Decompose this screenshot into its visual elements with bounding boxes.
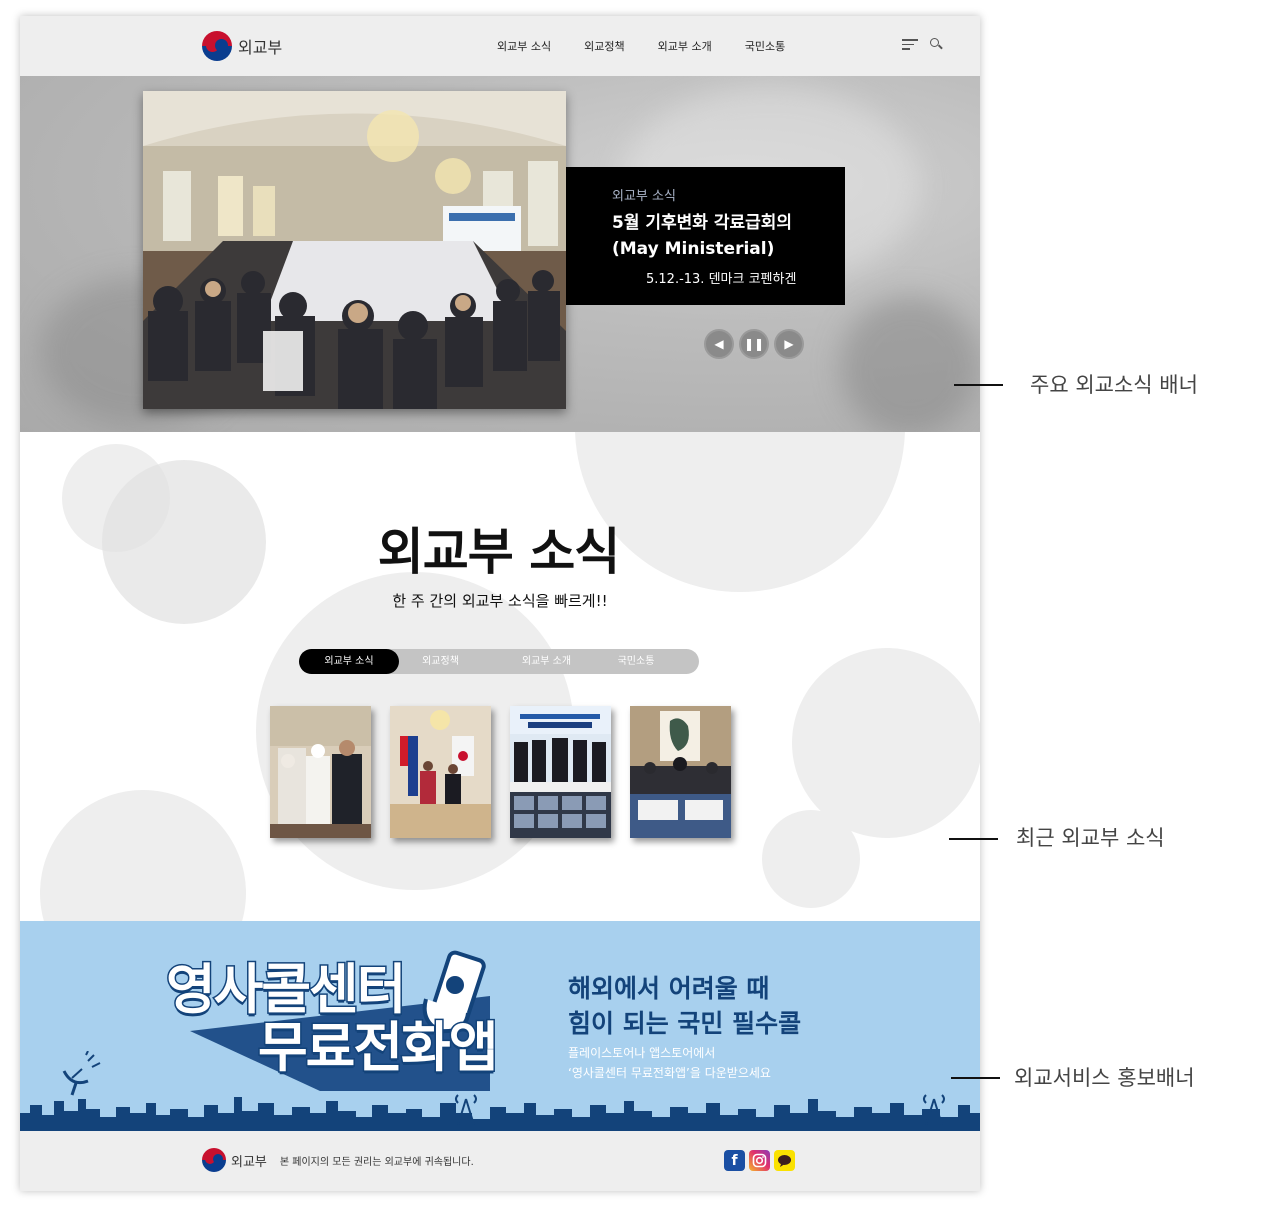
hero-date: 5.12.-13. 덴마크 코펜하겐 [646, 272, 797, 287]
news-thumbnail[interactable] [390, 706, 491, 838]
hero-category: 외교부 소식 [612, 189, 676, 204]
annotation-promo: 외교서비스 홍보배너 [1014, 1066, 1195, 1090]
social-links: f [724, 1150, 795, 1171]
logo-text: 외교부 [238, 38, 283, 57]
news-section: 외교부 소식 한 주 간의 외교부 소식을 빠르게!! 외교부 소식 외교정책 … [20, 432, 980, 921]
news-thumbnail[interactable] [630, 706, 731, 838]
background-blur [840, 296, 980, 432]
news-tabs: 외교부 소식 외교정책 외교부 소개 국민소통 [299, 649, 699, 674]
page-mockup: 외교부 외교부 소식 외교정책 외교부 소개 국민소통 외교부 소식 5월 기후… [20, 16, 980, 1191]
decor-circle [792, 648, 980, 838]
promo-headline: 영사콜센터 무료전화앱 [164, 958, 499, 1079]
search-icon[interactable] [930, 38, 942, 50]
annotation-line [954, 384, 1003, 386]
promo-heading-line2: 힘이 되는 국민 필수콜 [568, 1009, 802, 1038]
city-skyline-illustration [20, 1097, 980, 1131]
annotation-news: 최근 외교부 소식 [1016, 826, 1165, 850]
hero-banner: 외교부 소식 5월 기후변화 각료급회의 (May Ministerial) 5… [20, 76, 980, 432]
menu-icon[interactable] [902, 39, 918, 51]
footer-logo[interactable]: 외교부 본 페이지의 모든 권리는 외교부에 귀속됩니다. [202, 1148, 474, 1172]
hero-photo[interactable] [143, 91, 566, 409]
nav-item-communication[interactable]: 국민소통 [745, 38, 785, 54]
satellite-dish-icon [62, 1051, 101, 1096]
promo-headline-line1: 영사콜센터 [164, 958, 407, 1021]
news-thumbnail[interactable] [510, 706, 611, 838]
promo-banner[interactable]: 영사콜센터 무료전화앱 해외에서 어려울 때 힘이 되는 국민 필수콜 플레이스… [20, 921, 980, 1131]
tab-news[interactable]: 외교부 소식 [299, 649, 399, 674]
taegeuk-logo-icon [202, 31, 232, 61]
promo-description-line1: 플레이스토어나 앱스토어에서 [568, 1046, 716, 1060]
nav-item-about[interactable]: 외교부 소개 [658, 38, 712, 54]
taegeuk-logo-icon [202, 1148, 226, 1172]
next-icon[interactable]: ▶ [774, 329, 804, 359]
hero-title-line2: (May Ministerial) [612, 239, 775, 259]
promo-heading-line1: 해외에서 어려울 때 [568, 974, 770, 1003]
decor-circle [40, 790, 246, 921]
news-thumbnail[interactable] [270, 706, 371, 838]
tab-policy[interactable]: 외교정책 [399, 649, 482, 674]
nav-item-policy[interactable]: 외교정책 [584, 38, 624, 54]
tab-communication[interactable]: 국민소통 [596, 649, 676, 674]
radio-tower-icon [455, 1094, 477, 1125]
promo-description: 플레이스토어나 앱스토어에서 ‘영사콜센터 무료전화앱’을 다운받으세요 [568, 1043, 771, 1083]
slider-controls: ◀ ❚❚ ▶ [704, 329, 804, 359]
footer-logo-text: 외교부 [231, 1154, 267, 1170]
site-logo[interactable]: 외교부 [202, 31, 282, 61]
pause-icon[interactable]: ❚❚ [739, 329, 769, 359]
kakaotalk-icon[interactable] [774, 1150, 795, 1171]
news-subtitle: 한 주 간의 외교부 소식을 빠르게!! [392, 592, 608, 610]
annotation-banner: 주요 외교소식 배너 [1030, 373, 1198, 397]
decor-circle [762, 810, 860, 908]
hero-title-line1: 5월 기후변화 각료급회의 [612, 213, 793, 233]
facebook-icon[interactable]: f [724, 1150, 745, 1171]
site-footer: 외교부 본 페이지의 모든 권리는 외교부에 귀속됩니다. f [20, 1131, 980, 1191]
radio-tower-icon [923, 1094, 945, 1125]
instagram-icon[interactable] [749, 1150, 770, 1171]
promo-heading: 해외에서 어려울 때 힘이 되는 국민 필수콜 [568, 971, 801, 1041]
promo-description-line2: ‘영사콜센터 무료전화앱’을 다운받으세요 [568, 1066, 771, 1080]
site-header: 외교부 외교부 소식 외교정책 외교부 소개 국민소통 [20, 16, 980, 76]
prev-icon[interactable]: ◀ [704, 329, 734, 359]
footer-copyright: 본 페이지의 모든 권리는 외교부에 귀속됩니다. [279, 1156, 474, 1168]
nav-item-news[interactable]: 외교부 소식 [497, 38, 551, 54]
tab-about[interactable]: 외교부 소개 [505, 649, 588, 674]
annotation-line [951, 1077, 1000, 1079]
news-title: 외교부 소식 [377, 523, 620, 581]
annotation-line [949, 838, 998, 840]
promo-headline-line2: 무료전화앱 [256, 1016, 499, 1079]
main-nav: 외교부 소식 외교정책 외교부 소개 국민소통 [497, 38, 818, 54]
hero-caption[interactable]: 외교부 소식 5월 기후변화 각료급회의 (May Ministerial) 5… [566, 167, 845, 305]
